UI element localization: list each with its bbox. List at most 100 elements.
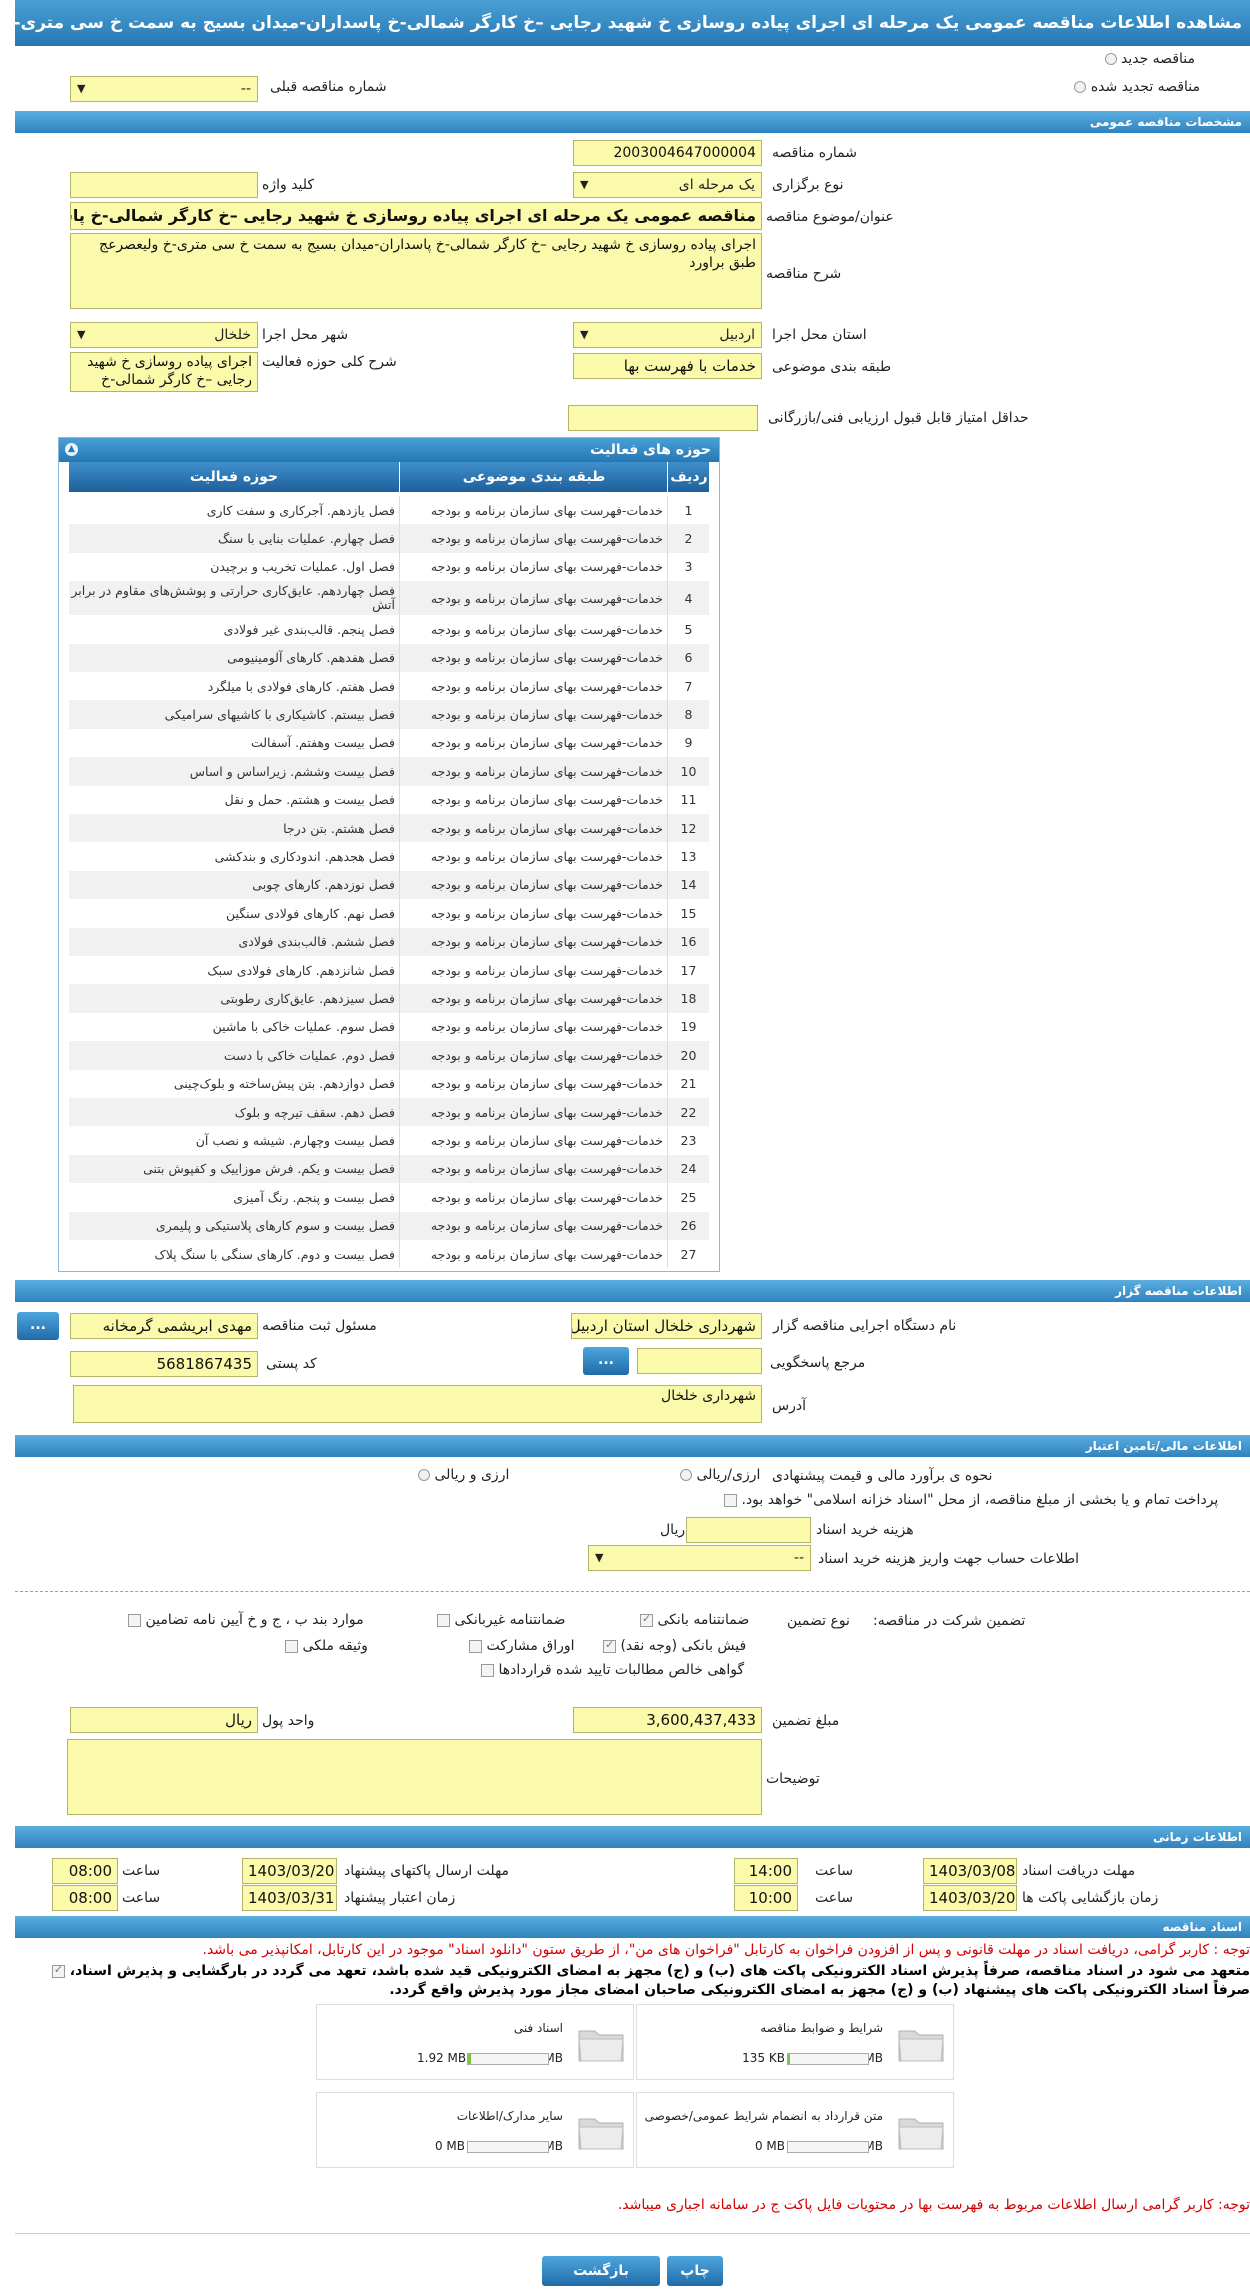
guarantee-bonds-checkbox[interactable] xyxy=(469,1639,482,1653)
renewed-tender-option[interactable]: مناقصه تجدید شده xyxy=(1074,79,1200,95)
guarantee-nonbank-checkbox[interactable] xyxy=(437,1613,450,1627)
collapse-icon[interactable]: ▲ xyxy=(65,443,78,456)
registrar-lookup-button[interactable]: ... xyxy=(17,1312,59,1340)
validity-date[interactable]: 1403/03/31 xyxy=(242,1885,337,1911)
reference-lookup-button[interactable]: ... xyxy=(583,1347,629,1375)
treasury-checkbox[interactable] xyxy=(724,1493,737,1507)
tender-number-field[interactable]: 2003004647000004 xyxy=(573,140,762,166)
row-category: خدمات-فهرست بهای سازمان برنامه و بودجه xyxy=(399,672,667,701)
treasury-option[interactable]: پرداخت تمام و یا بخشی از مبلغ مناقصه، از… xyxy=(724,1492,1218,1508)
min-score-field[interactable] xyxy=(568,405,758,431)
table-row: فصل بیست و هشتم. حمل و نقل خدمات-فهرست به… xyxy=(69,785,709,814)
guarantee-bank-option[interactable]: ضمانتنامه بانکی xyxy=(640,1612,749,1628)
row-activity: فصل سیزدهم. عایق‌کاری رطوبتی xyxy=(220,991,395,1007)
fx-option[interactable]: ارزی و ریالی xyxy=(418,1467,509,1483)
guarantee-property-option[interactable]: وثیقه ملکی xyxy=(285,1638,368,1654)
guarantee-nonbank-option[interactable]: ضمانتنامه غیربانکی xyxy=(437,1612,566,1628)
validity-time[interactable]: 08:00 xyxy=(52,1885,118,1911)
row-category: خدمات-فهرست بهای سازمان برنامه و بودجه xyxy=(399,927,667,956)
fx-option-label: ارزی و ریالی xyxy=(434,1467,510,1483)
row-number: 25 xyxy=(667,1183,709,1212)
doc-file-box[interactable]: متن قرارداد به انضمام شرایط عمومی/خصوصی5… xyxy=(636,2092,954,2168)
keyword-field[interactable] xyxy=(70,172,258,198)
guarantee-claims-checkbox[interactable] xyxy=(481,1663,494,1677)
guarantee-items-label: موارد بند ب ، ج و خ آیین نامه تضامین xyxy=(145,1612,364,1628)
guarantee-amount-field[interactable]: 3,600,437,433 xyxy=(573,1707,762,1733)
guarantee-property-checkbox[interactable] xyxy=(285,1639,298,1653)
back-button[interactable]: بازگشت xyxy=(542,2256,660,2286)
prev-number-select[interactable]: -- ▼ xyxy=(70,76,258,102)
row-number: 12 xyxy=(667,814,709,843)
tender-desc-field[interactable]: اجرای پیاده روسازی خ شهید رجایی –خ کارگر… xyxy=(70,233,762,309)
folder-icon xyxy=(897,2111,945,2151)
docs-commitment-checkbox[interactable] xyxy=(51,1963,65,1978)
doc-file-progress-fill xyxy=(468,2054,472,2064)
guarantee-items-checkbox[interactable] xyxy=(128,1613,141,1627)
category-label: طبقه بندی موضوعی xyxy=(772,359,892,375)
address-field[interactable]: شهرداری خلخال xyxy=(73,1385,762,1423)
opening-date[interactable]: 1403/03/20 xyxy=(923,1885,1017,1911)
tender-title-field[interactable]: مناقصه عمومی یک مرحله ای اجرای پیاده روس… xyxy=(70,202,762,230)
guarantee-cash-option[interactable]: فیش بانکی (وجه نقد) xyxy=(603,1638,746,1654)
renewed-tender-radio[interactable] xyxy=(1074,81,1087,93)
doc-file-box[interactable]: شرایط و ضوابط مناقصه5 MB135 KB xyxy=(636,2004,954,2080)
table-row: فصل بیست و سوم کارهای پلاستیکی و پلیمری خ… xyxy=(69,1211,709,1240)
table-row: فصل بیست وچهارم. شیشه و نصب آن خدمات-فهرس… xyxy=(69,1126,709,1155)
table-row: فصل دهم. سقف تیرچه و بلوک خدمات-فهرست بها… xyxy=(69,1098,709,1127)
keyword-label: کلید واژه xyxy=(262,177,315,193)
guarantee-cash-checkbox[interactable] xyxy=(603,1638,616,1653)
send-deadline-date[interactable]: 1403/03/20 xyxy=(242,1858,337,1884)
treasury-text: پرداخت تمام و یا بخشی از مبلغ مناقصه، از… xyxy=(741,1492,1219,1508)
doc-file-progress xyxy=(467,2053,549,2065)
table-row: فصل سیزدهم. عایق‌کاری رطوبتی خدمات-فهرست … xyxy=(69,984,709,1013)
organizer-name-field[interactable]: شهرداری خلخال استان اردبیل xyxy=(571,1313,762,1339)
opening-time[interactable]: 10:00 xyxy=(734,1885,798,1911)
doc-receive-date[interactable]: 1403/03/08 xyxy=(923,1858,1017,1884)
estimate-method-label: نحوه ی برآورد مالی و قیمت پیشنهادی xyxy=(772,1468,993,1484)
notes-field[interactable] xyxy=(67,1739,762,1815)
guarantee-bonds-option[interactable]: اوراق مشارکت xyxy=(469,1638,575,1654)
print-button[interactable]: چاپ xyxy=(667,2256,723,2286)
tender-title-label: عنوان/موضوع مناقصه xyxy=(766,209,894,225)
send-deadline-time[interactable]: 08:00 xyxy=(52,1858,118,1884)
guarantee-bank-checkbox[interactable] xyxy=(640,1612,653,1627)
new-tender-radio[interactable] xyxy=(1104,53,1117,65)
postal-code-field[interactable]: 5681867435 xyxy=(70,1351,258,1377)
doc-receive-time-label: ساعت xyxy=(815,1863,854,1879)
guarantee-label: تضمین شرکت در مناقصه: xyxy=(873,1613,1026,1629)
row-activity: فصل بیست وچهارم. شیشه و نصب آن xyxy=(195,1133,395,1149)
row-activity: فصل اول. عملیات تخریب و برچیدن xyxy=(210,559,395,575)
doc-file-box[interactable]: اسناد فنی50 MB1.92 MB xyxy=(316,2004,634,2080)
account-select[interactable]: -- ▼ xyxy=(588,1545,811,1571)
reference-field[interactable] xyxy=(637,1348,762,1374)
row-number: 4 xyxy=(667,581,709,616)
province-select[interactable]: اردبیل ▼ xyxy=(573,322,762,348)
guarantee-items-option[interactable]: موارد بند ب ، ج و خ آیین نامه تضامین xyxy=(128,1612,364,1628)
category-field[interactable]: خدمات با فهرست بها xyxy=(573,353,762,379)
row-number: 1 xyxy=(667,496,709,525)
currency-field[interactable]: ریال xyxy=(70,1707,258,1733)
table-row: فصل یازدهم. آجرکاری و سفت کاری خدمات-فهرس… xyxy=(69,496,709,525)
row-number: 23 xyxy=(667,1126,709,1155)
row-number: 18 xyxy=(667,984,709,1013)
doc-file-name: شرایط و ضوابط مناقصه xyxy=(760,2021,883,2035)
fx-radio[interactable] xyxy=(418,1469,430,1481)
row-number: 16 xyxy=(667,927,709,956)
new-tender-option[interactable]: مناقصه جدید xyxy=(1104,51,1195,67)
tender-number-label: شماره مناقصه xyxy=(772,145,857,161)
doc-receive-time[interactable]: 14:00 xyxy=(734,1858,798,1884)
rial-radio[interactable] xyxy=(680,1469,692,1481)
scope-field[interactable]: اجرای پیاده روسازی خ شهید رجایی –خ کارگر… xyxy=(70,352,258,392)
doc-file-box[interactable]: سایر مدارک/اطلاعات50 MB0 MB xyxy=(316,2092,634,2168)
registrar-field[interactable]: مهدی ابریشمی گرمخانه xyxy=(70,1313,258,1339)
prev-number-label: شماره مناقصه قبلی xyxy=(270,79,387,95)
guarantee-claims-option[interactable]: گواهی خالص مطالبات تایید شده قراردادها xyxy=(481,1662,744,1678)
doc-cost-field[interactable] xyxy=(686,1517,811,1543)
tender-type-select[interactable]: یک مرحله ای ▼ xyxy=(573,172,762,198)
row-number: 3 xyxy=(667,552,709,582)
rial-option[interactable]: ارزی/ریالی xyxy=(680,1467,760,1483)
docs-price-list-note: توجه: کاربر گرامی ارسال اطلاعات مربوط به… xyxy=(617,2197,1250,2213)
table-row: فصل هفتم. کارهای فولادی با میلگرد خدمات-ف… xyxy=(69,672,709,701)
city-select[interactable]: خلخال ▼ xyxy=(70,322,258,348)
doc-file-name: اسناد فنی xyxy=(513,2021,563,2035)
